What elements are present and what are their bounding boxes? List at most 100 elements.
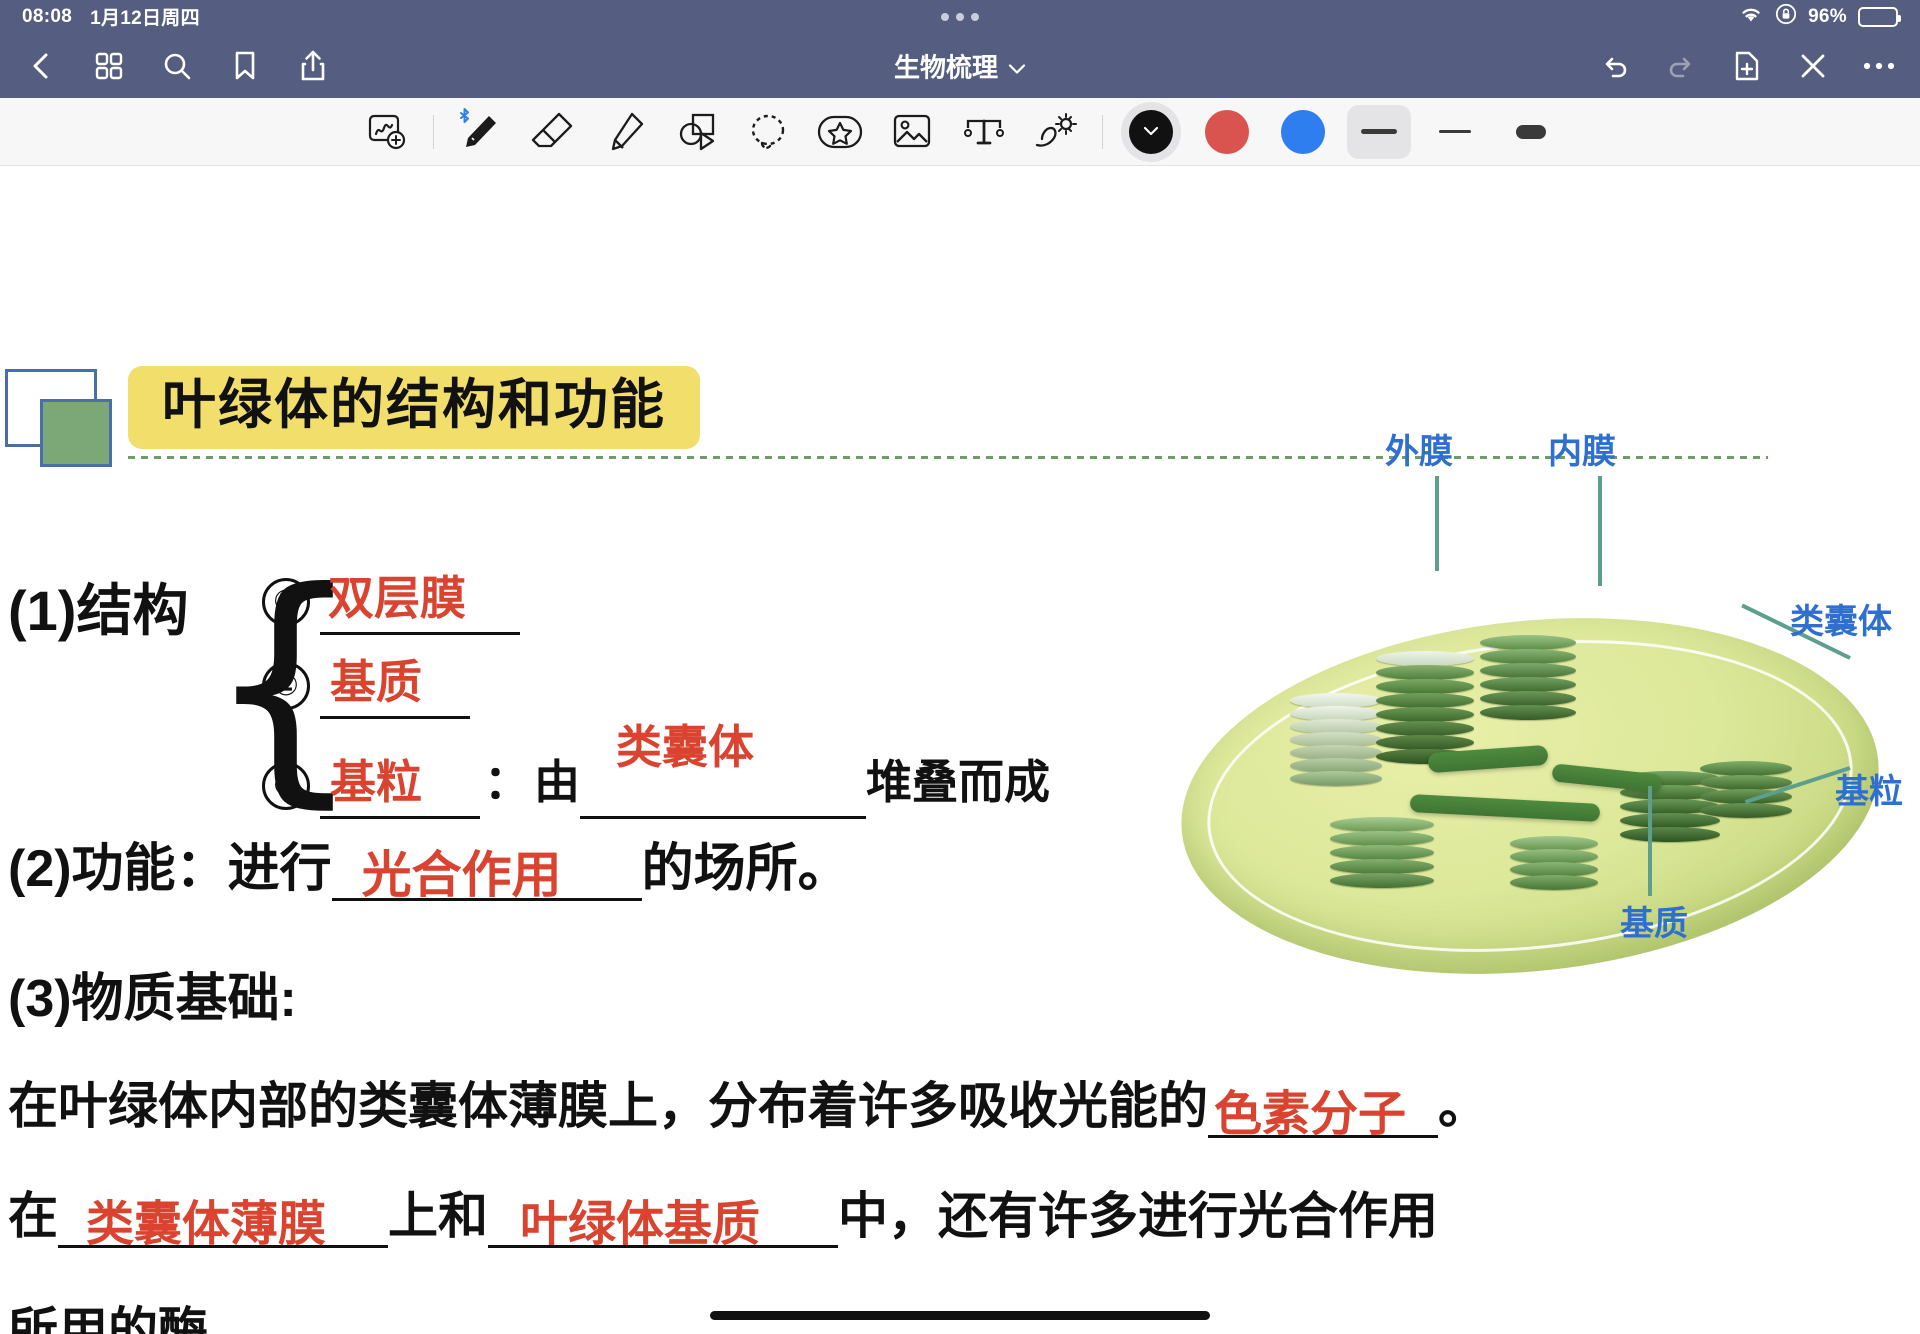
item-3-pre: 由 (534, 756, 580, 808)
status-date: 1月12日周四 (90, 3, 200, 30)
section3-heading: (3)物质基础: (8, 956, 297, 1031)
item-answer-1: 双层膜 (320, 562, 520, 635)
item-number-1: ① (262, 578, 310, 626)
width-thick-option[interactable] (1499, 105, 1563, 159)
chevron-down-icon[interactable] (1008, 50, 1026, 81)
wifi-icon (1738, 4, 1764, 30)
more-horizontal-icon[interactable] (1862, 49, 1896, 83)
search-icon[interactable] (160, 49, 194, 83)
image-tool[interactable] (876, 103, 948, 161)
highlighter-tool[interactable] (588, 103, 660, 161)
section1-item-2: ②基质 (262, 646, 470, 719)
section3-line2-post: 中，还有许多进行光合作用 (838, 1188, 1438, 1244)
sticker-tool[interactable] (804, 103, 876, 161)
dynamic-island-dots (941, 13, 979, 21)
color-blue-dot (1281, 110, 1325, 154)
section2-answer: 光合作用 (362, 835, 562, 907)
decoration-square-filled (40, 399, 112, 467)
chloroplast-diagram (1180, 621, 1915, 1031)
section3-line1-pre: 在叶绿体内部的类囊体薄膜上，分布着许多吸收光能的 (8, 1078, 1208, 1134)
width-thin-option[interactable] (1423, 105, 1487, 159)
item-answer-3: 基粒 (320, 746, 480, 819)
text-box-tool[interactable] (948, 103, 1020, 161)
section3-line1-blank: 色素分子 (1208, 1086, 1438, 1138)
label-thylakoid: 类囊体 (1790, 594, 1892, 643)
document-title[interactable]: 生物梳理 (894, 47, 1026, 84)
redo-icon[interactable] (1664, 49, 1698, 83)
close-icon[interactable] (1796, 49, 1830, 83)
section3-line-3: 所用的酶。 (8, 1291, 258, 1334)
shapes-tool[interactable] (660, 103, 732, 161)
status-bar-right: 96% (1738, 3, 1898, 31)
width-thick-line (1516, 125, 1546, 139)
section1-item-1: ①双层膜 (262, 562, 520, 635)
nav-bar-right (1598, 49, 1896, 83)
back-chevron-icon[interactable] (24, 49, 58, 83)
share-icon[interactable] (296, 49, 330, 83)
leader-line-inner-membrane (1598, 476, 1602, 586)
item-3-post: 堆叠而成 (866, 756, 1050, 808)
toolbar-divider-2 (1102, 115, 1103, 149)
label-inner-membrane: 内膜 (1548, 424, 1616, 473)
color-red-dot (1205, 110, 1249, 154)
status-bar-left: 08:08 1月12日周四 (22, 3, 200, 30)
width-medium-line (1361, 129, 1397, 134)
section3-line2-mid: 上和 (388, 1188, 488, 1244)
battery-percent: 96% (1808, 6, 1847, 28)
section3-line1-answer: 色素分子 (1214, 1074, 1406, 1144)
width-thin-line (1439, 130, 1471, 133)
leader-line-outer-membrane (1435, 476, 1439, 571)
color-black-dot (1129, 110, 1173, 154)
toolbar-divider-1 (433, 115, 434, 149)
section1-brace: { (205, 559, 249, 799)
item-number-2: ② (262, 662, 310, 710)
battery-icon (1858, 7, 1898, 27)
section1-item-3: ③基粒：由类囊体堆叠而成 (262, 746, 1050, 819)
note-canvas[interactable]: 叶绿体的结构和功能 (1)结构 { ①双层膜 ②基质 ③基粒：由类囊体堆叠而成 … (0, 166, 1920, 1334)
pen-tool[interactable] (444, 103, 516, 161)
nav-bar: 生物梳理 (0, 33, 1920, 98)
eraser-tool[interactable] (516, 103, 588, 161)
section3-line2-blank-1: 类囊体薄膜 (58, 1196, 388, 1248)
add-page-icon[interactable] (1730, 49, 1764, 83)
color-black-swatch[interactable] (1121, 102, 1181, 162)
item-answer-2: 基质 (320, 646, 470, 719)
bookmark-icon[interactable] (228, 49, 262, 83)
rotation-lock-icon (1775, 3, 1797, 31)
section3-line-2: 在类囊体薄膜上和叶绿体基质中，还有许多进行光合作用 (8, 1176, 1438, 1248)
width-medium-option[interactable] (1347, 105, 1411, 159)
section3-line2-answer-1: 类囊体薄膜 (86, 1184, 326, 1254)
section2-pre: (2)功能：进行 (8, 840, 332, 898)
home-indicator (710, 1311, 1210, 1320)
undo-icon[interactable] (1598, 49, 1632, 83)
color-red-swatch[interactable] (1197, 102, 1257, 162)
section3-line-1: 在叶绿体内部的类囊体薄膜上，分布着许多吸收光能的色素分子。 (8, 1066, 1488, 1138)
zoom-write-tool[interactable] (351, 103, 423, 161)
nav-bar-left (24, 49, 330, 83)
laser-pointer-tool[interactable] (1020, 103, 1092, 161)
label-granum: 基粒 (1835, 764, 1903, 813)
label-stroma: 基质 (1620, 896, 1688, 945)
label-outer-membrane: 外膜 (1385, 424, 1453, 473)
drawing-toolbar (0, 98, 1920, 166)
section3-line2-blank-2: 叶绿体基质 (488, 1196, 838, 1248)
status-time: 08:08 (22, 6, 72, 28)
section2-blank: 光合作用 (332, 847, 642, 901)
item-3-answer2: 类囊体 (616, 711, 754, 777)
section3-line2-pre: 在 (8, 1188, 58, 1244)
item-number-3: ③ (262, 762, 310, 810)
item-3-colon: ： (480, 756, 534, 808)
section2-post: 的场所。 (642, 840, 850, 898)
document-title-text: 生物梳理 (894, 47, 998, 84)
bluetooth-icon (457, 107, 472, 133)
section1-label: (1)结构 (8, 566, 188, 647)
page-title: 叶绿体的结构和功能 (128, 366, 700, 449)
title-divider (128, 456, 1768, 459)
leader-line-stroma (1648, 786, 1652, 896)
section3-line1-post: 。 (1438, 1078, 1488, 1134)
status-bar: 08:08 1月12日周四 96% (0, 0, 1920, 33)
section2-line: (2)功能：进行光合作用的场所。 (8, 826, 850, 901)
lasso-select-tool[interactable] (732, 103, 804, 161)
grid-pages-icon[interactable] (92, 49, 126, 83)
color-blue-swatch[interactable] (1273, 102, 1333, 162)
